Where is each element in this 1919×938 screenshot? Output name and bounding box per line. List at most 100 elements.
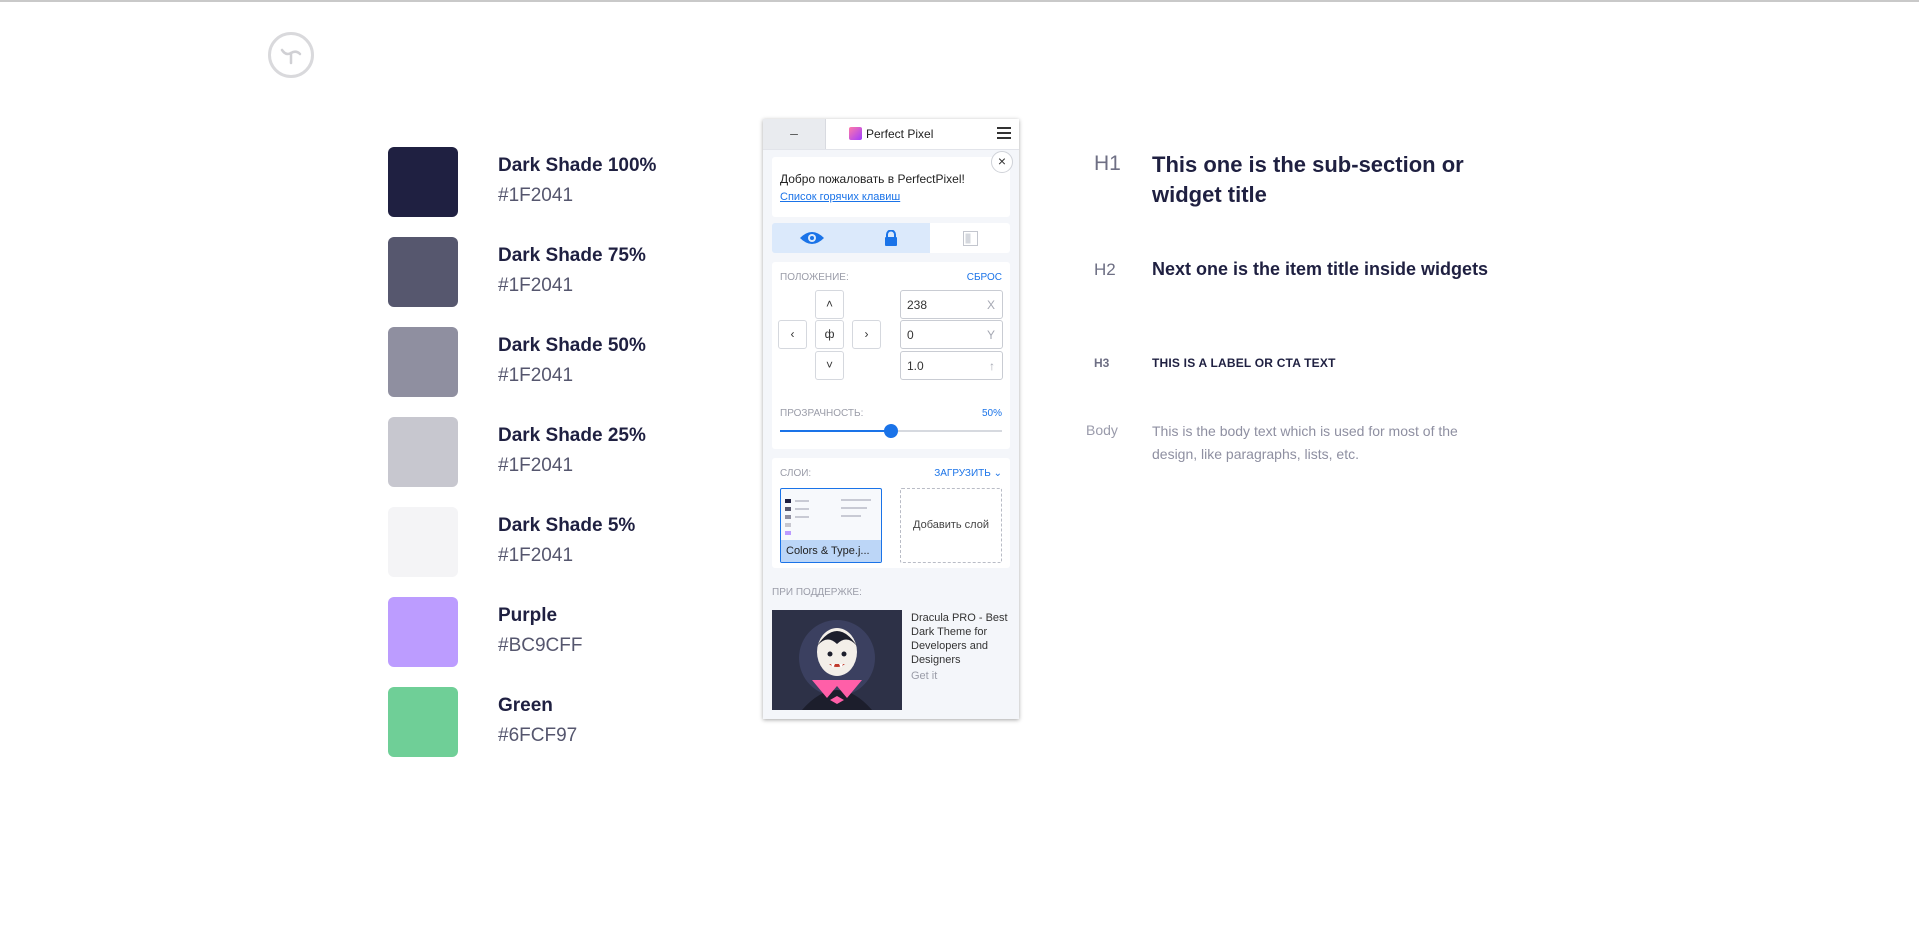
opacity-value: 50% (981, 408, 1002, 419)
lock-icon (884, 230, 897, 246)
layer-item[interactable]: Colors & Type.j... (780, 488, 882, 563)
panel-title: Perfect Pixel (849, 127, 933, 141)
add-layer-button[interactable]: Добавить слой (900, 488, 1002, 563)
swatch-color (388, 327, 458, 397)
h1-sample: This one is the sub-section or widget ti… (1152, 152, 1464, 207)
opacity-slider[interactable] (780, 424, 1002, 438)
swatch-name: Dark Shade 5% (498, 515, 636, 536)
scale-unit: ↑ (989, 359, 995, 373)
body-tag: Body (1086, 422, 1118, 438)
position-card: ПОЛОЖЕНИЕ: СБРОС ˄ ‹ ф › ˅ 238 X 0 Y 1.0… (772, 262, 1010, 449)
swatch-name: Purple (498, 605, 558, 626)
x-field[interactable]: 238 X (900, 290, 1003, 319)
y-field[interactable]: 0 Y (900, 320, 1003, 349)
invert-icon (962, 230, 978, 246)
swatch-hex: #1F2041 (498, 365, 574, 386)
center-button[interactable]: ф (815, 320, 844, 349)
opacity-slider-knob[interactable] (884, 424, 898, 438)
invert-toggle[interactable] (930, 223, 1010, 253)
logo-icon (268, 32, 314, 78)
close-welcome-button[interactable]: × (991, 151, 1013, 173)
swatch-dark-100: Dark Shade 100% #1F2041 (388, 147, 708, 217)
move-down-button[interactable]: ˅ (815, 351, 844, 380)
perfectpixel-logo-icon (849, 127, 862, 140)
layer-preview-line (841, 515, 861, 517)
swatch-dark-25: Dark Shade 25% #1F2041 (388, 417, 708, 487)
reset-button[interactable]: СБРОС (967, 272, 1002, 283)
layer-preview-swatch (785, 499, 791, 503)
swatch-hex: #1F2041 (498, 275, 574, 296)
move-up-button[interactable]: ˄ (815, 290, 844, 319)
swatch-dark-5: Dark Shade 5% #1F2041 (388, 507, 708, 577)
panel-header: – Perfect Pixel (763, 119, 1019, 150)
swatch-hex: #6FCF97 (498, 725, 578, 746)
opacity-label: ПРОЗРАЧНОСТЬ: (780, 408, 864, 419)
layers-card: СЛОИ: ЗАГРУЗИТЬ ⌄ Colors & Type.j... Доб… (772, 458, 1010, 568)
swatch-hex: #1F2041 (498, 455, 574, 476)
perfectpixel-panel: – Perfect Pixel Добро пожаловать в Perfe… (763, 119, 1019, 719)
eye-icon (799, 232, 824, 244)
x-unit: X (986, 298, 995, 312)
scale-value: 1.0 (907, 359, 924, 373)
body-sample: This is the body text which is used for … (1152, 423, 1458, 462)
swatch-color (388, 597, 458, 667)
chevron-down-icon: ⌄ (993, 468, 1002, 479)
swatch-dark-50: Dark Shade 50% #1F2041 (388, 327, 708, 397)
layer-preview-swatch (785, 523, 791, 527)
welcome-text: Добро пожаловать в PerfectPixel! (780, 172, 965, 186)
visibility-toggle[interactable] (772, 223, 851, 253)
swatch-color (388, 507, 458, 577)
swatch-purple: Purple #BC9CFF (388, 597, 708, 667)
layer-preview-line (841, 499, 871, 501)
h2-tag: H2 (1094, 260, 1116, 279)
panel-title-text: Perfect Pixel (866, 127, 934, 141)
welcome-card: Добро пожаловать в PerfectPixel! Список … (772, 157, 1010, 217)
top-border (0, 0, 1919, 2)
dracula-ad-image[interactable] (772, 610, 902, 710)
mode-toggles (772, 223, 1010, 253)
swatch-hex: #1F2041 (498, 185, 574, 206)
h1-tag: H1 (1094, 152, 1121, 175)
h3-tag: H3 (1094, 356, 1110, 370)
layer-preview-swatch (785, 515, 791, 519)
upload-label: ЗАГРУЗИТЬ (934, 468, 991, 479)
y-unit: Y (986, 328, 995, 342)
layer-preview-line (795, 500, 809, 502)
scale-field[interactable]: 1.0 ↑ (900, 351, 1003, 380)
position-label: ПОЛОЖЕНИЕ: (780, 272, 849, 283)
minimize-button[interactable]: – (763, 119, 826, 149)
hotkeys-link[interactable]: Список горячих клавиш (780, 191, 900, 203)
swatch-name: Dark Shade 75% (498, 245, 646, 266)
sponsor-cta-link[interactable]: Get it (911, 670, 937, 682)
swatch-hex: #BC9CFF (498, 635, 583, 656)
sponsor-text[interactable]: Dracula PRO - Best Dark Theme for Develo… (911, 611, 1011, 667)
swatch-name: Dark Shade 25% (498, 425, 646, 446)
x-value: 238 (907, 298, 928, 312)
swatch-hex: #1F2041 (498, 545, 574, 566)
layer-name: Colors & Type.j... (781, 540, 881, 562)
hamburger-menu-icon[interactable] (997, 127, 1011, 139)
swatch-name: Dark Shade 100% (498, 155, 657, 176)
swatch-color (388, 237, 458, 307)
layer-preview-line (795, 508, 809, 510)
swatch-color (388, 417, 458, 487)
opacity-slider-fill (780, 430, 891, 432)
swatch-name: Dark Shade 50% (498, 335, 646, 356)
dracula-illustration (799, 620, 875, 710)
layers-label: СЛОИ: (780, 468, 812, 479)
layer-preview-swatch (785, 531, 791, 535)
lock-toggle[interactable] (851, 223, 930, 253)
swatch-green: Green #6FCF97 (388, 687, 708, 757)
layer-preview-line (841, 507, 867, 509)
sponsor-label: ПРИ ПОДДЕРЖКЕ: (772, 587, 862, 598)
move-left-button[interactable]: ‹ (778, 320, 807, 349)
layer-preview-swatch (785, 507, 791, 511)
move-right-button[interactable]: › (852, 320, 881, 349)
y-value: 0 (907, 328, 914, 342)
swatch-dark-75: Dark Shade 75% #1F2041 (388, 237, 708, 307)
swatch-color (388, 147, 458, 217)
h3-sample: THIS IS A LABEL OR CTA TEXT (1152, 356, 1336, 370)
swatch-color (388, 687, 458, 757)
upload-button[interactable]: ЗАГРУЗИТЬ ⌄ (934, 468, 1002, 479)
layer-preview-line (795, 516, 809, 518)
